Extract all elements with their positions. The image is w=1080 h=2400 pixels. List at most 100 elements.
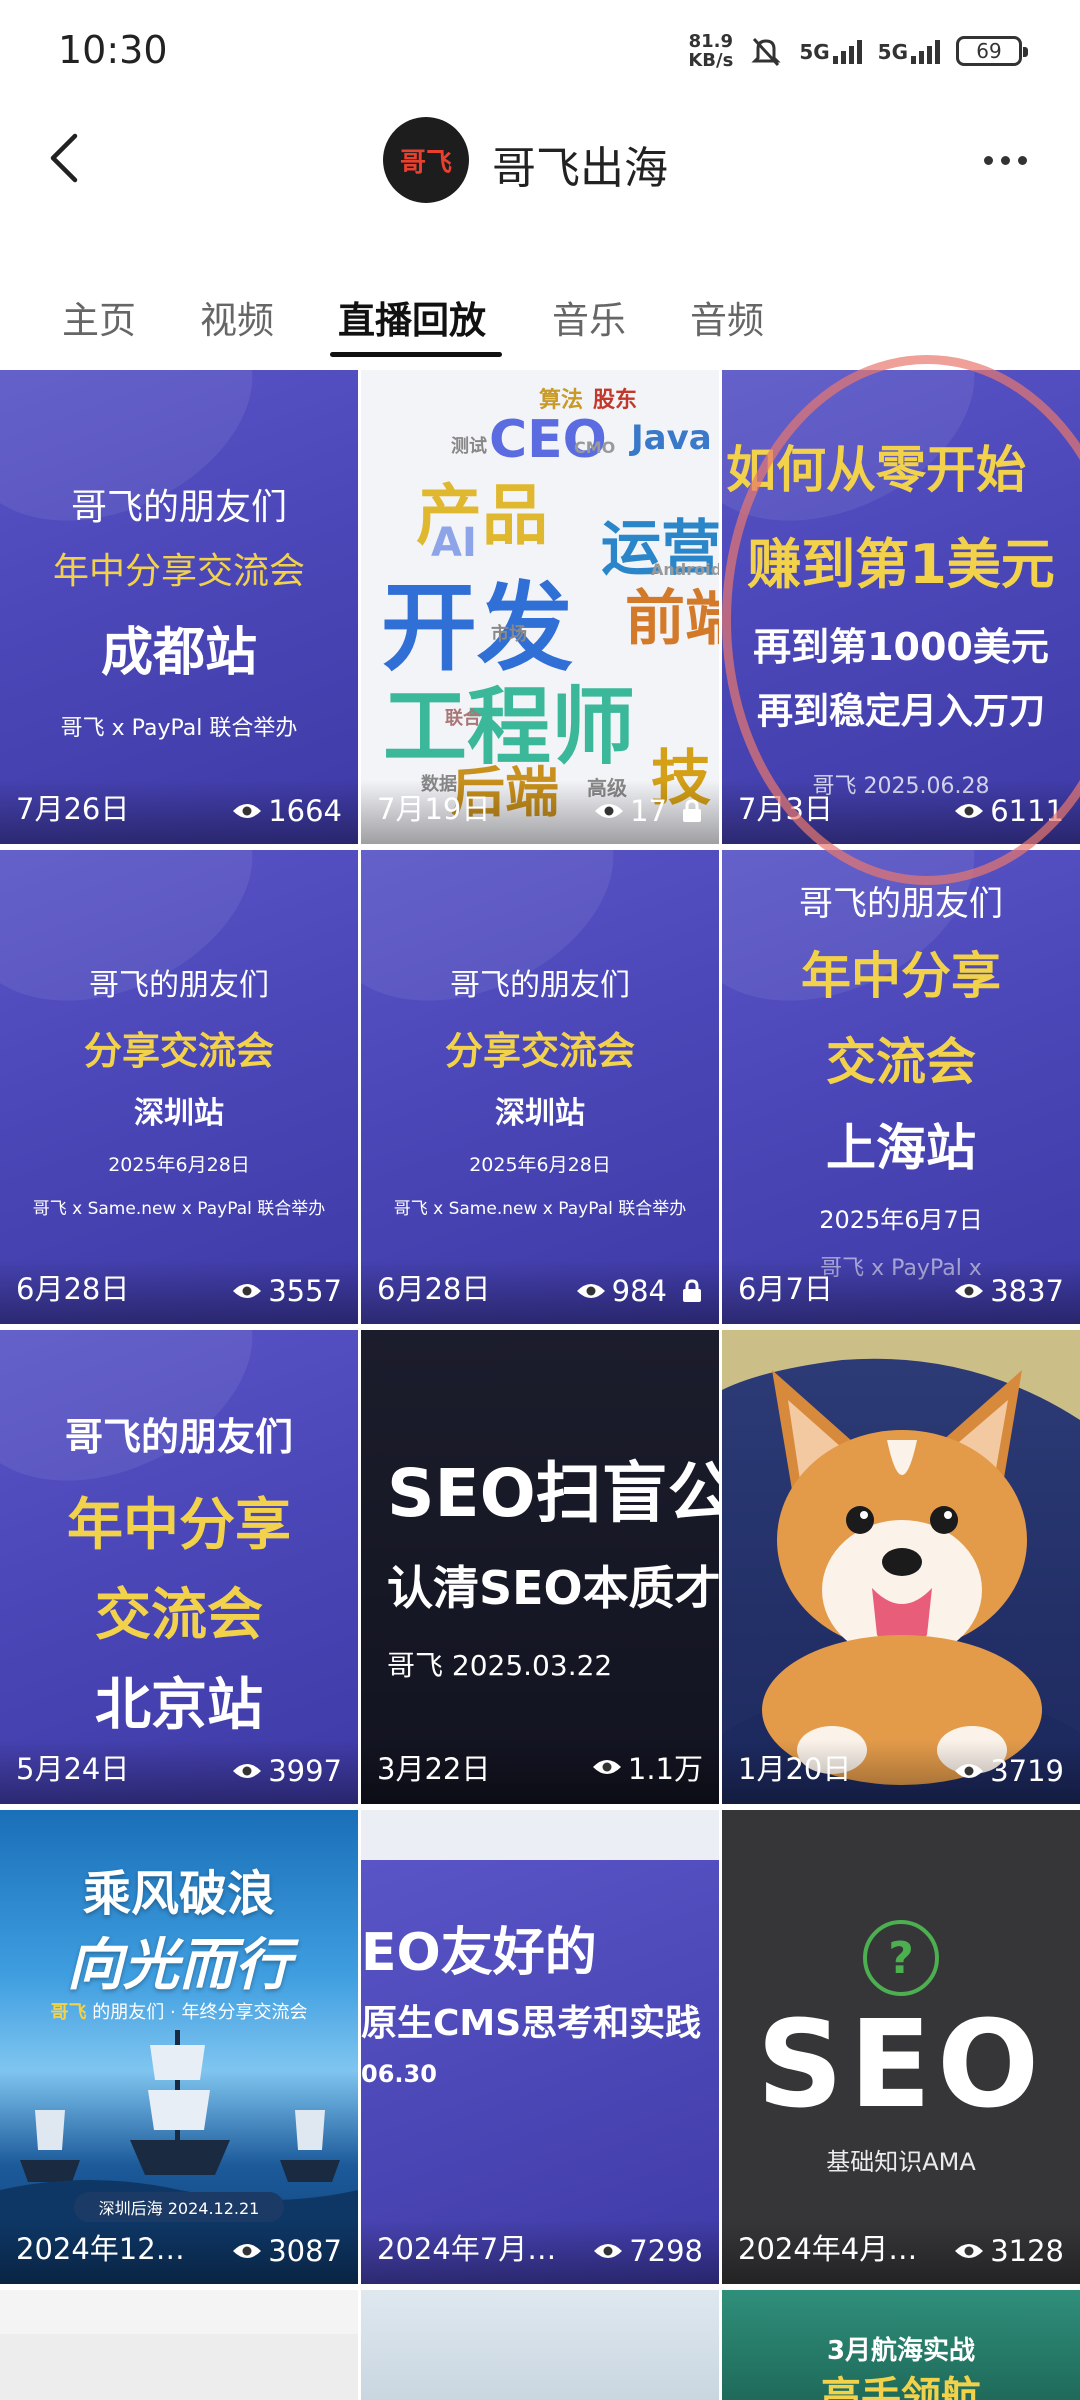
card-meta: 7月3日 6111 [722,780,1080,844]
card-meta: 5月24日 3997 [0,1740,358,1804]
eye-icon [233,1764,262,1778]
thumbnail: ? SEO 基础知识AMA [722,1810,1080,2284]
video-card-shenzhen[interactable]: 哥飞的朋友们 分享交流会 深圳站 2025年6月28日 哥飞 x Same.ne… [0,850,358,1324]
card-meta: 1月20日 3719 [722,1740,1080,1804]
tab-music[interactable]: 音乐 [552,290,626,344]
card-date: 7月19日 [377,792,491,826]
video-card-chengdu[interactable]: 哥飞的朋友们 年中分享交流会 成都站 哥飞 x PayPal 联合举办 7月26… [0,370,358,844]
signal-2: 5G [878,38,940,64]
video-card-seo-ama[interactable]: ? SEO 基础知识AMA 2024年4月… 3128 [722,1810,1080,2284]
view-count: 17 [594,794,703,828]
video-card-shenzhen-locked[interactable]: 哥飞的朋友们 分享交流会 深圳站 2025年6月28日 哥飞 x Same.ne… [361,850,719,1324]
eye-icon [233,2244,262,2258]
card-meta: 3月22日 1.1万 [361,1740,719,1804]
back-arrow-icon [50,133,78,183]
tab-bar: 主页 视频 直播回放 音乐 音频 [0,290,1080,360]
view-count: 3557 [232,1274,342,1308]
battery-icon: 69 [956,36,1028,66]
status-icons: 81.9 KB/s 5G 5G 69 [688,31,1028,71]
card-meta: 6月28日 984 [361,1260,719,1324]
dot-icon [983,155,993,165]
card-meta: 2024年7月… 7298 [361,2220,719,2284]
video-card-partial-2[interactable] [361,2290,719,2400]
back-button[interactable] [34,128,94,188]
eye-icon [233,804,262,818]
video-card-zero-to-first-dollar[interactable]: 如何从零开始 赚到第1美元 再到第1000美元 再到稳定月入万刀 哥飞 2025… [722,370,1080,844]
status-bar: 10:30 81.9 KB/s 5G 5G 69 [0,0,1080,100]
thumbnail: SEO扫盲公 认清SEO本质才 哥飞 2025.03.22 [361,1330,719,1804]
card-date: 3月22日 [377,1752,491,1786]
lock-icon [683,1279,701,1302]
card-date: 7月26日 [16,792,130,826]
thumbnail: 哥飞的朋友们 分享交流会 深圳站 2025年6月28日 哥飞 x Same.ne… [0,850,358,1324]
card-date: 6月7日 [738,1272,833,1306]
thumbnail: 算法 股东 CEO Java 产品 运营 AI 开发 前端 工程师 后端 技 C… [361,370,719,844]
thumbnail: 哥飞的朋友们 分享交流会 深圳站 2025年6月28日 哥飞 x Same.ne… [361,850,719,1324]
video-card-seo-basics[interactable]: SEO扫盲公 认清SEO本质才 哥飞 2025.03.22 3月22日 1.1万 [361,1330,719,1804]
video-card-beijing[interactable]: 哥飞的朋友们 年中分享 交流会 北京站 5月24日 3997 [0,1330,358,1804]
view-count: 984 [576,1274,703,1308]
eye-icon [955,2244,984,2258]
card-date: 6月28日 [16,1272,130,1306]
tab-videos[interactable]: 视频 [200,290,274,344]
thumbnail: 如何从零开始 赚到第1美元 再到第1000美元 再到稳定月入万刀 哥飞 2025… [722,370,1080,844]
signal-bars-icon [911,38,940,64]
video-card-partial-1[interactable] [0,2290,358,2400]
signal-bars-icon [832,38,862,64]
eye-icon [594,2244,623,2258]
more-options-button[interactable] [970,130,1040,190]
video-card-partial-3[interactable]: 3月航海实战 高手领航 [722,2290,1080,2400]
card-date: 6月28日 [377,1272,491,1306]
tab-audio[interactable]: 音频 [690,290,764,344]
corgi-illustration [722,1330,1080,1804]
question-icon: ? [863,1920,939,1996]
eye-icon [595,804,624,818]
thumbnail [722,1330,1080,1804]
thumbnail: EO友好的 原生CMS思考和实践 06.30 [361,1810,719,2284]
video-card-wordcloud[interactable]: 算法 股东 CEO Java 产品 运营 AI 开发 前端 工程师 后端 技 C… [361,370,719,844]
video-card-year-end-shenzhen[interactable]: 乘风破浪 向光而行 哥飞 的朋友们 · 年终分享交流会 深圳后海 2024.12… [0,1810,358,2284]
tab-home[interactable]: 主页 [62,290,136,344]
card-date: 2024年12… [16,2232,185,2266]
view-count: 6111 [954,794,1064,828]
card-date: 2024年7月… [377,2232,557,2266]
tab-live-replay[interactable]: 直播回放 [338,290,486,344]
card-meta: 7月19日 17 [361,780,719,844]
view-count: 7298 [593,2234,703,2268]
card-date: 7月3日 [738,792,833,826]
video-card-corgi[interactable]: 1月20日 3719 [722,1330,1080,1804]
thumbnail: 哥飞的朋友们 年中分享交流会 成都站 哥飞 x PayPal 联合举办 [0,370,358,844]
view-count: 3087 [232,2234,342,2268]
card-date: 1月20日 [738,1752,852,1786]
view-count: 1.1万 [592,1746,703,1788]
dot-icon [1000,155,1010,165]
eye-icon [955,1284,984,1298]
net-speed: 81.9 KB/s [688,31,734,71]
card-date: 2024年4月… [738,2232,918,2266]
view-count: 3997 [232,1754,342,1788]
card-meta: 2024年12… 3087 [0,2220,358,2284]
view-count: 3128 [954,2234,1064,2268]
card-meta: 6月28日 3557 [0,1260,358,1324]
eye-icon [233,1284,262,1298]
signal-1: 5G [799,38,862,64]
event-badge: 深圳后海 2024.12.21 [74,2192,284,2222]
replay-grid: 哥飞的朋友们 年中分享交流会 成都站 哥飞 x PayPal 联合举办 7月26… [0,370,1080,2400]
active-tab-indicator [330,352,502,357]
channel-name[interactable]: 哥飞出海 [492,132,668,196]
view-count: 1664 [232,794,342,828]
dot-icon [1017,155,1027,165]
video-card-shanghai[interactable]: 哥飞的朋友们 年中分享 交流会 上海站 2025年6月7日 哥飞 x PayPa… [722,850,1080,1324]
card-meta: 2024年4月… 3128 [722,2220,1080,2284]
card-meta: 6月7日 3837 [722,1260,1080,1324]
eye-icon [955,804,984,818]
channel-header: 哥飞 哥飞出海 [0,100,1080,220]
video-card-seo-cms[interactable]: EO友好的 原生CMS思考和实践 06.30 2024年7月… 7298 [361,1810,719,2284]
eye-icon [576,1284,605,1298]
mute-bell-icon [751,37,781,67]
thumbnail: 哥飞的朋友们 年中分享 交流会 上海站 2025年6月7日 哥飞 x PayPa… [722,850,1080,1324]
lock-icon [683,799,701,822]
eye-icon [955,1764,984,1778]
card-meta: 7月26日 1664 [0,780,358,844]
channel-avatar[interactable]: 哥飞 [383,117,469,203]
